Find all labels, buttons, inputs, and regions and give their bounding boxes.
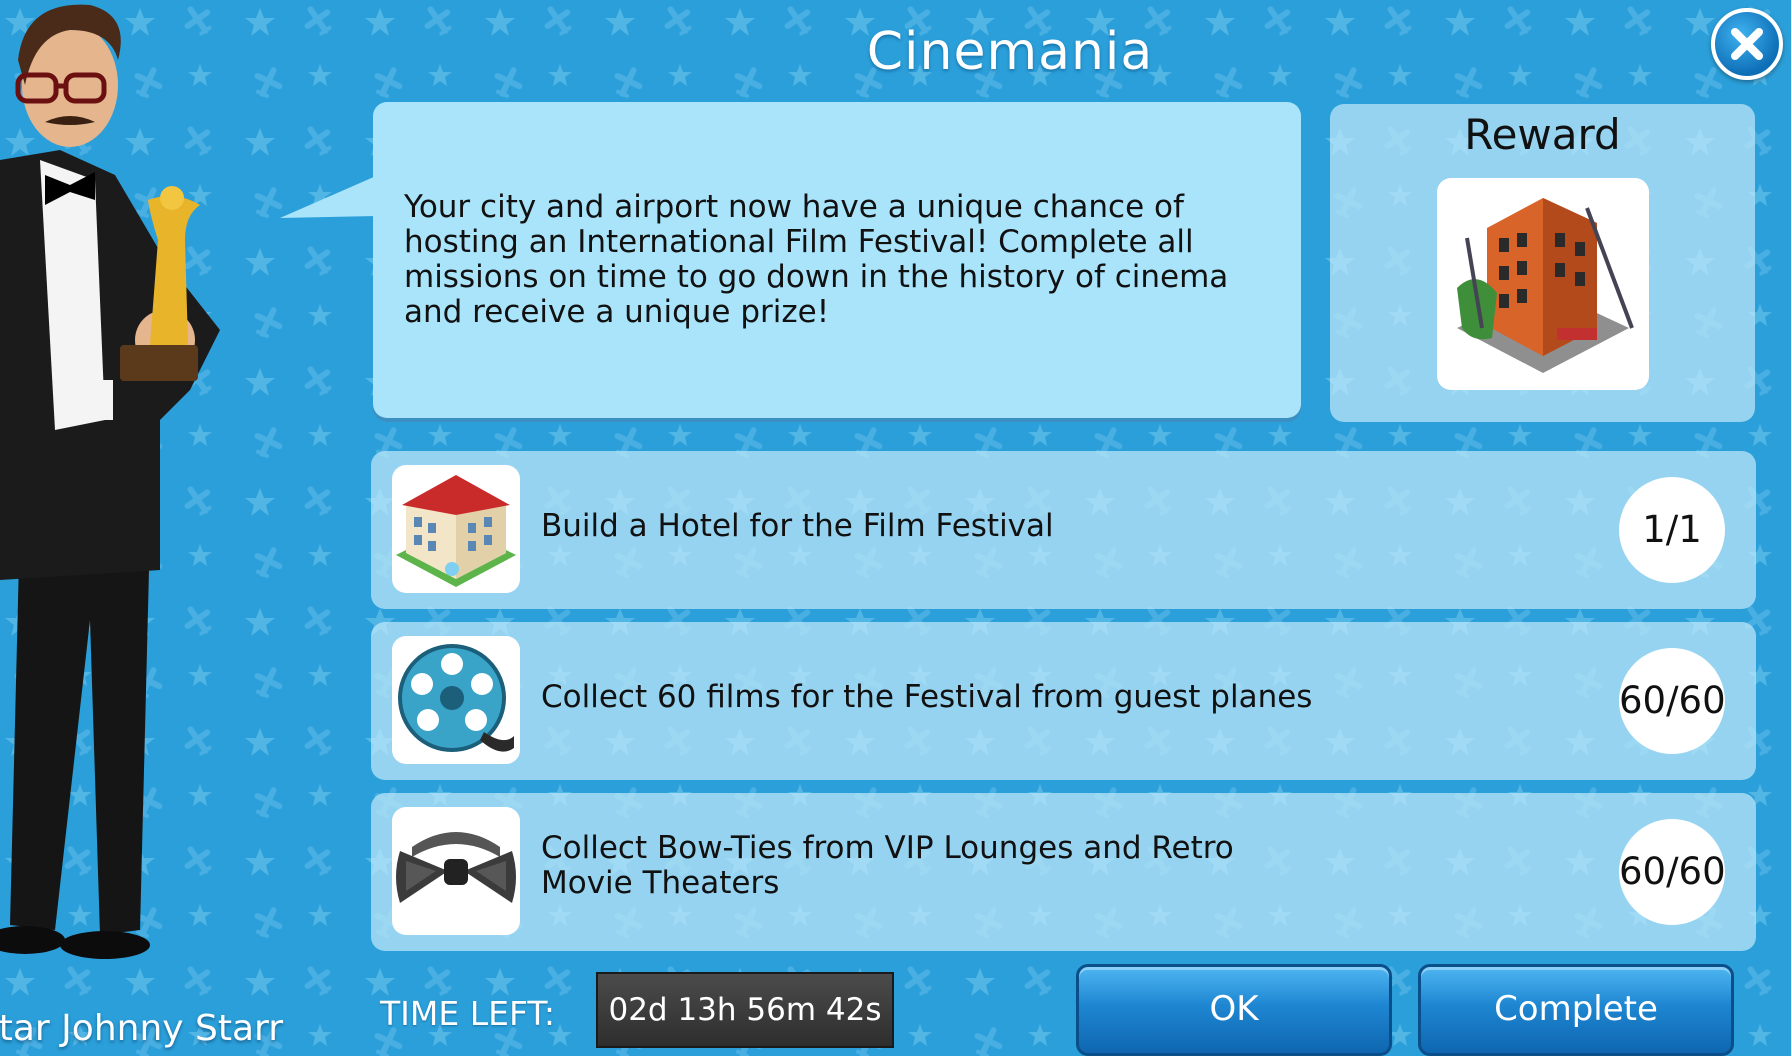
mission-icon-frame [392,636,520,764]
mission-text: Build a Hotel for the Film Festival [541,508,1054,544]
reward-title: Reward [1464,110,1621,159]
mission-progress: 1/1 [1619,477,1725,583]
movie-studio-building-icon [1457,198,1634,373]
mission-progress: 60/60 [1619,819,1726,925]
mission-text-line: Movie Theaters [541,865,780,901]
bow-tie-icon [396,832,516,903]
mission-row-bowties: Collect Bow-Ties from VIP Lounges and Re… [371,793,1756,951]
speech-bubble-tail [280,176,376,218]
countdown-timer: 02d 13h 56m 42s [596,972,894,1048]
mission-icon-frame [392,807,520,935]
dialog-title: Cinemania [866,22,1154,82]
mission-row-hotel: Build a Hotel for the Film Festival 1/1 [371,451,1756,609]
reward-image[interactable] [1437,178,1649,390]
mission-text: Collect Bow-Ties from VIP Lounges and Re… [541,831,1234,901]
dialog-description: Your city and airport now have a unique … [404,189,1229,330]
mission-progress: 60/60 [1619,648,1726,754]
movie-star-character [0,4,220,959]
ok-button[interactable]: OK [1076,964,1392,1056]
character-name: star Johnny Starr [0,1008,284,1049]
mission-icon-frame [392,465,520,593]
complete-button[interactable]: Complete [1418,964,1734,1056]
mission-text-line: Collect Bow-Ties from VIP Lounges and Re… [541,830,1234,866]
film-reel-icon [398,644,514,752]
close-button[interactable] [1711,8,1783,80]
close-icon [1731,28,1763,60]
mission-row-films: Collect 60 films for the Festival from g… [371,622,1756,780]
time-left-label: TIME LEFT: [380,994,555,1033]
hotel-building-icon [396,475,516,587]
mission-text: Collect 60 films for the Festival from g… [541,679,1313,715]
